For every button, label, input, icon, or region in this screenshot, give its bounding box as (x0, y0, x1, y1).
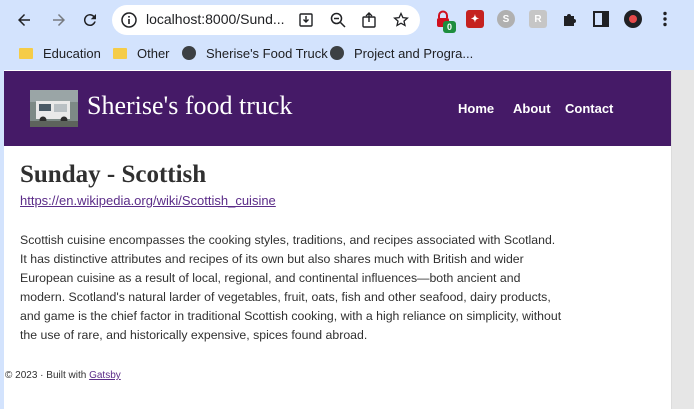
bookmark-item[interactable]: Education (19, 43, 101, 63)
extensions-puzzle-icon[interactable] (561, 10, 579, 28)
extension-r-icon[interactable]: R (529, 10, 547, 28)
page-footer: © 2023 · Built with Gatsby (5, 370, 121, 381)
browser-toolbar: localhost:8000/Sund... 0 ✦ S R (0, 0, 694, 40)
food-truck-logo[interactable] (30, 90, 78, 127)
bookmark-label: Project and Progra... (354, 45, 474, 61)
profile-avatar[interactable] (624, 10, 642, 28)
globe-icon (182, 46, 196, 60)
nav-contact-link[interactable]: Contact (565, 101, 613, 116)
reload-icon (83, 14, 96, 27)
site-info-icon[interactable] (121, 12, 137, 28)
description-paragraph: Scottish cuisine encompasses the cooking… (20, 233, 562, 342)
bookmark-label: Sherise's Food Truck (206, 45, 328, 61)
folder-icon (113, 47, 127, 59)
gatsby-link[interactable]: Gatsby (89, 370, 121, 381)
browser-chrome: localhost:8000/Sund... 0 ✦ S R Education… (0, 0, 694, 70)
nav-home-link[interactable]: Home (458, 101, 494, 116)
forward-arrow-icon (53, 14, 65, 26)
folder-icon (19, 47, 33, 59)
page-title: Sunday - Scottish (20, 161, 207, 188)
browser-menu-icon[interactable] (656, 10, 674, 28)
site-header: Sherise's food truck Home About Contact (4, 71, 671, 146)
install-app-icon[interactable] (298, 12, 314, 28)
bookmarks-bar: Education Other Sherise's Food Truck Pro… (0, 40, 694, 66)
bookmark-item[interactable]: Other (113, 43, 170, 63)
extension-badge: 0 (443, 21, 456, 33)
site-title[interactable]: Sherise's food truck (87, 91, 292, 121)
back-button[interactable] (12, 8, 36, 32)
bookmark-label: Other (137, 45, 170, 61)
extension-red-icon[interactable]: ✦ (466, 10, 484, 28)
side-panel-icon[interactable] (592, 10, 610, 28)
url-text[interactable]: localhost:8000/Sund... (146, 11, 286, 27)
bookmark-item[interactable]: Project and Progra... (330, 43, 473, 63)
globe-icon (330, 46, 344, 60)
zoom-icon[interactable] (330, 12, 346, 28)
bookmark-star-icon[interactable] (393, 12, 409, 28)
footer-text: © 2023 · Built with (5, 370, 87, 381)
address-bar[interactable]: localhost:8000/Sund... (112, 5, 420, 35)
share-icon[interactable] (361, 12, 377, 28)
vertical-scrollbar[interactable] (671, 70, 694, 409)
bookmark-label: Education (43, 45, 101, 61)
forward-button[interactable] (47, 8, 71, 32)
wikipedia-link[interactable]: https://en.wikipedia.org/wiki/Scottish_c… (20, 193, 276, 208)
extension-s-icon[interactable]: S (497, 10, 515, 28)
back-arrow-icon (18, 14, 30, 26)
nav-about-link[interactable]: About (513, 101, 551, 116)
bookmark-item[interactable]: Sherise's Food Truck (182, 43, 328, 63)
reload-button[interactable] (78, 8, 102, 32)
